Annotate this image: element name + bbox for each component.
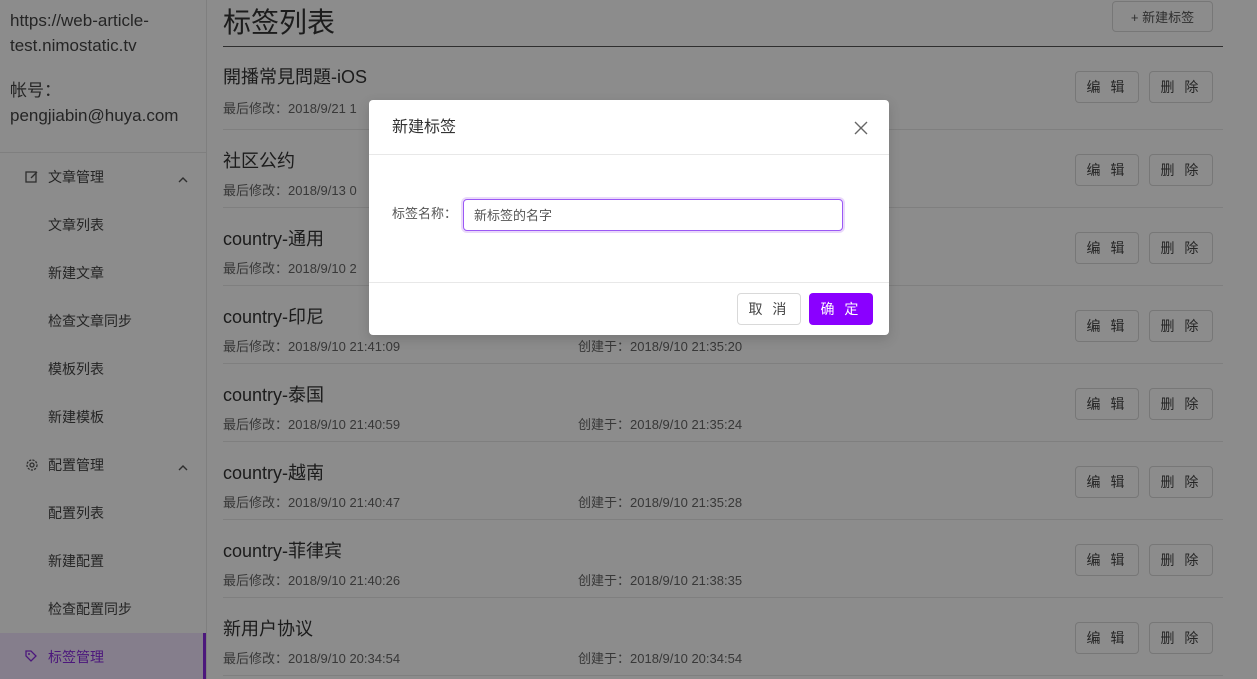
tag-name-input[interactable] [463, 199, 843, 231]
tag-name-label: 标签名称： [392, 206, 458, 221]
dialog-body: 标签名称： [369, 155, 889, 283]
cancel-button[interactable]: 取 消 [737, 293, 801, 325]
dialog-header: 新建标签 [369, 100, 889, 155]
confirm-button[interactable]: 确 定 [809, 293, 873, 325]
dialog-footer: 取 消 确 定 [369, 283, 889, 335]
dialog-title: 新建标签 [392, 119, 457, 136]
new-tag-dialog: 新建标签 标签名称： 取 消 确 定 [369, 100, 889, 335]
close-icon[interactable] [851, 118, 871, 138]
